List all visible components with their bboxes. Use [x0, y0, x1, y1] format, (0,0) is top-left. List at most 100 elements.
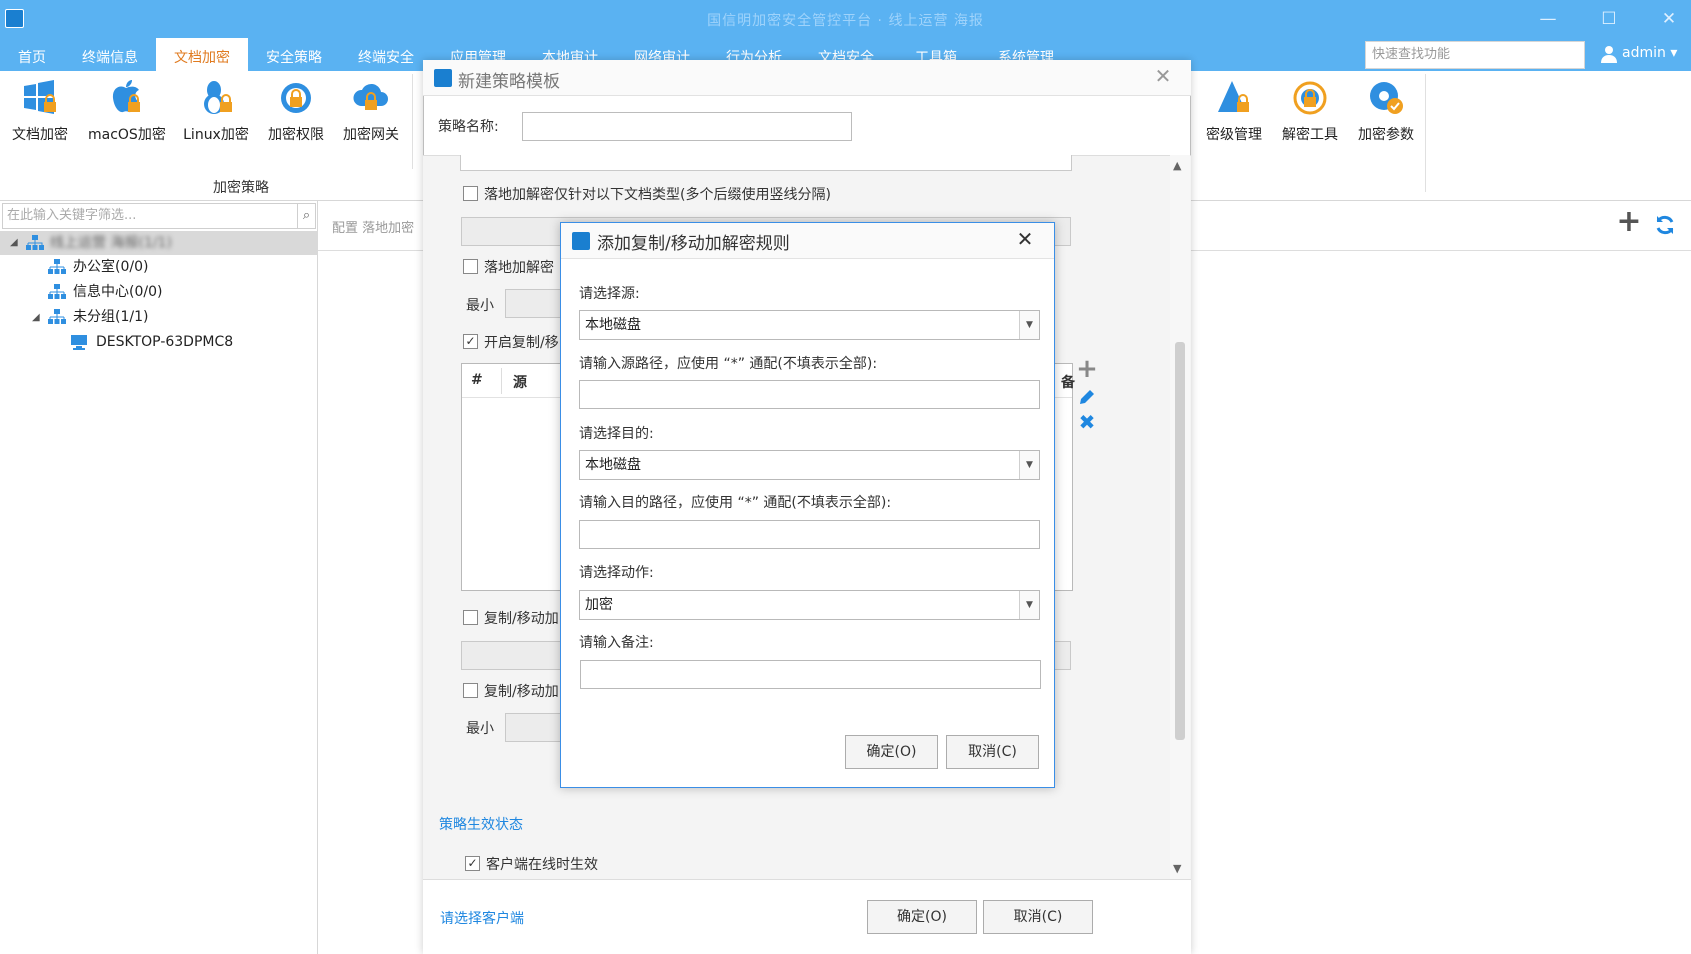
- breadcrumb: 配置 落地加密: [332, 221, 415, 236]
- user-menu[interactable]: admin ▾: [1622, 45, 1677, 61]
- ok-button[interactable]: 确定(O): [867, 900, 977, 934]
- tree-item-info-center[interactable]: 信息中心(0/0): [73, 280, 162, 304]
- source-select[interactable]: 本地磁盘 ▼: [579, 310, 1040, 340]
- add-rule-icon[interactable]: +: [1076, 356, 1098, 382]
- tab-terminal-info[interactable]: 终端信息: [64, 38, 156, 71]
- tab-doc-encryption[interactable]: 文档加密: [156, 38, 248, 71]
- min-label: 最小: [466, 298, 494, 314]
- rule-cancel-button[interactable]: 取消(C): [946, 735, 1039, 769]
- close-icon[interactable]: ✕: [1153, 66, 1173, 86]
- tab-home[interactable]: 首页: [0, 38, 64, 71]
- scrollbar-thumb[interactable]: [1175, 342, 1185, 740]
- linux-encrypt-button[interactable]: Linux加密: [178, 78, 254, 144]
- encrypt-permission-button[interactable]: 加密权限: [258, 78, 334, 144]
- dialog-title: 新建策略模板: [458, 72, 560, 92]
- org-tree-icon: [48, 259, 66, 274]
- copy-move-label: 开启复制/移: [484, 335, 559, 351]
- tree-filter-input[interactable]: 在此输入关键字筛选...: [2, 203, 298, 229]
- add-icon[interactable]: +: [1616, 207, 1642, 237]
- online-effect-checkbox[interactable]: ✓: [465, 856, 480, 871]
- gear-check-icon: [1370, 82, 1403, 114]
- org-tree-icon: [48, 309, 66, 324]
- chevron-down-icon: ▼: [1019, 591, 1039, 619]
- online-effect-label: 客户端在线时生效: [486, 857, 598, 873]
- cloud-lock-icon: [353, 83, 388, 110]
- action-select[interactable]: 加密 ▼: [579, 590, 1040, 620]
- copy-move-option2-label: 复制/移动加: [484, 684, 559, 700]
- toolbar-divider-right: [1425, 74, 1426, 192]
- source-path-label: 请输入源路径，应使用 “*” 通配(不填表示全部):: [579, 356, 878, 372]
- tree-expand-icon[interactable]: ◢: [10, 231, 18, 255]
- tree-expand-icon[interactable]: ◢: [32, 306, 40, 330]
- toolbar-divider: [412, 74, 413, 169]
- quick-search-input[interactable]: 快速查找功能: [1365, 41, 1585, 69]
- close-window-button[interactable]: ✕: [1654, 6, 1684, 32]
- windows-lock-icon: [24, 80, 56, 114]
- tree-item-device[interactable]: DESKTOP-63DPMC8: [96, 330, 233, 354]
- delete-rule-icon[interactable]: ✖: [1076, 411, 1098, 433]
- chevron-down-icon: ▼: [1019, 451, 1039, 479]
- window-title: 国信明加密安全管控平台 · 线上运营 海报: [707, 13, 984, 29]
- target-lock-icon: [1293, 81, 1327, 115]
- tab-security-policy[interactable]: 安全策略: [248, 38, 340, 71]
- copy-move-option-label: 复制/移动加: [484, 611, 559, 627]
- policy-name-label: 策略名称:: [438, 119, 499, 135]
- doc-type-option-label: 落地加解密仅针对以下文档类型(多个后缀使用竖线分隔): [484, 187, 831, 203]
- col-divider: [501, 368, 502, 394]
- scroll-up-icon[interactable]: ▲: [1173, 159, 1181, 172]
- tab-terminal-security[interactable]: 终端安全: [340, 38, 432, 71]
- app-icon: [572, 232, 590, 250]
- close-icon[interactable]: ✕: [1015, 229, 1035, 249]
- dest-path-input[interactable]: [579, 520, 1040, 549]
- rule-dialog-title: 添加复制/移动加解密规则: [597, 234, 790, 254]
- min-label: 最小: [466, 721, 494, 737]
- note-label: 请输入备注:: [579, 635, 654, 651]
- select-client-link[interactable]: 请选择客户端: [440, 908, 524, 928]
- toolbar-group-label: 加密策略: [213, 180, 269, 196]
- app-icon: [434, 69, 452, 87]
- col-source: 源: [513, 375, 527, 391]
- tree-item-office[interactable]: 办公室(0/0): [73, 255, 148, 279]
- tree-root-label[interactable]: 线上运营 海报(1/1): [50, 231, 172, 255]
- gear-lock-icon: [281, 83, 311, 113]
- org-tree-icon: [26, 235, 44, 250]
- copy-move-option2-checkbox[interactable]: [463, 683, 478, 698]
- linux-lock-icon: [204, 81, 232, 114]
- search-icon[interactable]: ⌕: [298, 203, 316, 229]
- copy-move-checkbox[interactable]: ✓: [463, 334, 478, 349]
- landing-encrypt-checkbox[interactable]: [463, 259, 478, 274]
- note-input[interactable]: [580, 660, 1041, 689]
- refresh-icon[interactable]: [1654, 214, 1676, 236]
- source-path-input[interactable]: [579, 380, 1040, 409]
- encrypt-params-button[interactable]: 加密参数: [1348, 78, 1424, 144]
- dest-select[interactable]: 本地磁盘 ▼: [579, 450, 1040, 480]
- min-size-field[interactable]: [505, 713, 565, 742]
- landing-encrypt-label: 落地加解密: [484, 260, 554, 276]
- policy-name-input[interactable]: [522, 112, 852, 141]
- user-icon: [1601, 46, 1617, 63]
- copy-move-option-checkbox[interactable]: [463, 610, 478, 625]
- minimize-button[interactable]: —: [1533, 6, 1563, 32]
- source-label: 请选择源:: [579, 286, 640, 302]
- macos-encrypt-button[interactable]: macOS加密: [88, 78, 166, 144]
- min-size-field[interactable]: [505, 289, 565, 318]
- action-label: 请选择动作:: [579, 565, 654, 581]
- tree-item-ungrouped[interactable]: 未分组(1/1): [73, 305, 148, 329]
- classification-button[interactable]: 密级管理: [1196, 78, 1272, 144]
- maximize-button[interactable]: ☐: [1594, 6, 1624, 32]
- apple-lock-icon: [112, 80, 140, 113]
- dest-path-label: 请输入目的路径，应使用 “*” 通配(不填表示全部):: [579, 495, 892, 511]
- cancel-button[interactable]: 取消(C): [983, 900, 1093, 934]
- dest-label: 请选择目的:: [579, 426, 654, 442]
- computer-icon: [71, 335, 87, 350]
- decrypt-tool-button[interactable]: 解密工具: [1272, 78, 1348, 144]
- edit-rule-icon[interactable]: [1078, 388, 1096, 406]
- scroll-down-icon[interactable]: ▼: [1173, 862, 1181, 875]
- text-field[interactable]: [460, 155, 1072, 171]
- col-index: #: [471, 372, 483, 388]
- doc-type-checkbox[interactable]: [463, 186, 478, 201]
- pyramid-lock-icon: [1218, 81, 1249, 112]
- encrypt-gateway-button[interactable]: 加密网关: [333, 78, 409, 144]
- doc-encrypt-button[interactable]: 文档加密: [2, 78, 78, 144]
- rule-ok-button[interactable]: 确定(O): [845, 735, 938, 769]
